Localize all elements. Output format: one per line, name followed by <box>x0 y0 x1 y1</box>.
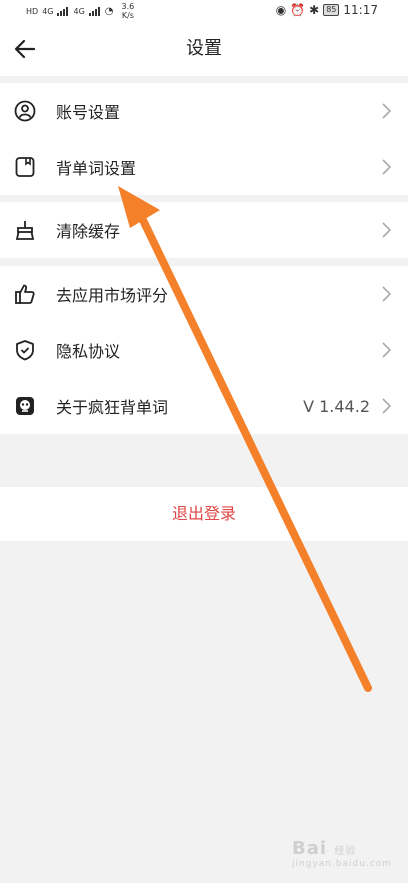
settings-group-cache: 清除缓存 <box>0 202 408 258</box>
shield-check-icon <box>16 340 34 361</box>
baidu-watermark: Bai 经验 jingyan.baidu.com <box>292 838 392 869</box>
app-logo-icon <box>16 397 34 415</box>
privacy-label: 隐私协议 <box>56 342 121 361</box>
status-bar: HD 4G 4G ◔ 3.6 K/s ◉ ⏰ ✱ 85 11:17 <box>0 0 408 22</box>
page-title: 设置 <box>186 38 222 59</box>
bluetooth-icon: ✱ <box>309 3 320 17</box>
word-settings-row[interactable]: 背单词设置 <box>0 139 408 195</box>
settings-group-about: 去应用市场评分 隐私协议 关于疯狂背单词 V 1.44.2 <box>0 266 408 434</box>
signal-label-1: 4G <box>42 6 54 16</box>
chevron-right-icon <box>382 398 392 414</box>
hd-badge: HD <box>26 6 39 16</box>
broom-icon <box>15 221 35 240</box>
net-speed: 3.6 K/s <box>122 2 135 20</box>
status-left: HD 4G 4G ◔ 3.6 K/s <box>26 2 134 20</box>
chevron-right-icon <box>382 286 392 302</box>
watermark-sub: 经验 <box>334 846 357 857</box>
eye-icon: ◉ <box>275 3 287 17</box>
settings-group-account: 账号设置 背单词设置 <box>0 83 408 195</box>
alarm-icon: ⏰ <box>290 3 306 17</box>
signal-icon <box>57 6 69 16</box>
privacy-row[interactable]: 隐私协议 <box>0 322 408 378</box>
status-right: ◉ ⏰ ✱ 85 11:17 <box>276 3 378 17</box>
account-settings-label: 账号设置 <box>56 103 121 122</box>
rate-app-row[interactable]: 去应用市场评分 <box>0 266 408 322</box>
net-speed-value: 3.6 <box>121 2 135 11</box>
net-speed-unit: K/s <box>121 11 134 20</box>
thumbs-up-icon <box>15 284 35 304</box>
signal-label-2: 4G <box>73 6 85 16</box>
about-label: 关于疯狂背单词 <box>56 398 169 417</box>
user-icon <box>14 100 36 122</box>
logout-label: 退出登录 <box>171 504 236 523</box>
watermark-site: jingyan.baidu.com <box>292 859 393 869</box>
chevron-right-icon <box>382 103 392 119</box>
account-settings-row[interactable]: 账号设置 <box>0 83 408 139</box>
wifi-icon: ◔ <box>104 5 114 17</box>
chevron-right-icon <box>382 222 392 238</box>
logout-button[interactable]: 退出登录 <box>0 487 408 541</box>
about-row[interactable]: 关于疯狂背单词 V 1.44.2 <box>0 378 408 434</box>
watermark-brand: Bai <box>292 838 328 859</box>
clear-cache-label: 清除缓存 <box>56 222 121 241</box>
clock-time: 11:17 <box>343 3 378 17</box>
top-bar: 设置 <box>0 22 408 76</box>
rate-app-label: 去应用市场评分 <box>56 286 169 305</box>
chevron-right-icon <box>382 159 392 175</box>
clear-cache-row[interactable]: 清除缓存 <box>0 202 408 258</box>
battery-icon: 85 <box>323 4 340 16</box>
word-settings-label: 背单词设置 <box>56 159 137 178</box>
signal-icon-2 <box>88 6 101 16</box>
chevron-right-icon <box>382 342 392 358</box>
bookmark-card-icon <box>15 157 35 177</box>
version-value: V 1.44.2 <box>303 396 370 416</box>
